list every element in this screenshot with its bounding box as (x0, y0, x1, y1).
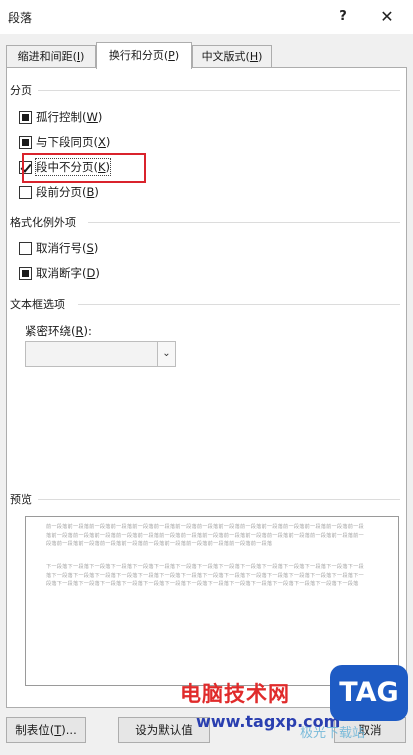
watermark-url: www.tagxp.com (196, 712, 341, 731)
checkbox-unchecked-icon (19, 185, 32, 199)
close-icon[interactable]: ✕ (375, 6, 399, 28)
tab-label: 缩进和间距( (17, 50, 77, 63)
preview-heading: 预览 (10, 493, 32, 506)
tight-wrap-label: 紧密环绕(R): (25, 323, 92, 339)
label-accelerator: W (86, 110, 98, 124)
title-bar: 段落 ? ✕ (0, 0, 413, 34)
button-suffix: )... (61, 723, 77, 737)
checkbox-indeterminate-icon (19, 110, 32, 124)
widow-control-checkbox[interactable]: 孤行控制(W) (19, 109, 102, 125)
tab-indents-spacing[interactable]: 缩进和间距(I) (6, 45, 96, 68)
label-accelerator: X (98, 135, 106, 149)
section-divider (78, 304, 400, 305)
tab-asian-typography[interactable]: 中文版式(H) (192, 45, 272, 68)
label-suffix: ) (94, 185, 99, 199)
keep-with-next-checkbox[interactable]: 与下段同页(X) (19, 134, 110, 150)
label-suffix: ) (105, 135, 111, 149)
section-divider (88, 222, 400, 223)
tab-strip: 缩进和间距(I) 换行和分页(P) 中文版式(H) (6, 42, 406, 69)
tab-label-suffix: ) (174, 49, 180, 62)
watermark-logo: TAG (330, 665, 408, 721)
pagination-heading: 分页 (10, 84, 32, 97)
label-accelerator: R (75, 324, 84, 338)
dont-hyphenate-checkbox[interactable]: 取消断字(D) (19, 265, 100, 281)
tab-accelerator: H (249, 50, 259, 63)
paragraph-dialog: 段落 ? ✕ 缩进和间距(I) 换行和分页(P) 中文版式(H) 分页 孤行控制… (0, 0, 413, 755)
label-suffix: ) (95, 266, 100, 280)
dont-hyphenate-label: 取消断字(D) (36, 265, 100, 281)
page-break-before-checkbox[interactable]: 段前分页(B) (19, 184, 99, 200)
red-highlight-box (22, 153, 146, 183)
checkbox-indeterminate-icon (19, 135, 32, 149)
tab-label-suffix: ) (80, 50, 85, 63)
keep-with-next-label: 与下段同页(X) (36, 134, 110, 150)
label-text: 孤行控制( (36, 110, 87, 124)
suppress-line-numbers-label: 取消行号(S) (36, 240, 98, 256)
chevron-down-icon[interactable]: ⌄ (157, 342, 175, 366)
label-suffix: ): (83, 324, 92, 338)
label-suffix: ) (93, 241, 99, 255)
formatting-exceptions-heading: 格式化例外项 (10, 216, 76, 229)
checkbox-indeterminate-icon (19, 266, 32, 280)
tabs-button[interactable]: 制表位(T)... (6, 717, 86, 743)
section-divider (38, 90, 400, 91)
tab-line-page-breaks[interactable]: 换行和分页(P) (96, 42, 192, 69)
label-text: 紧密环绕( (25, 324, 76, 338)
page-break-before-label: 段前分页(B) (36, 184, 99, 200)
preview-next-paragraph: 下一段落下一段落下一段落下一段落下一段落下一段落下一段落下一段落下一段落下一段落… (46, 564, 364, 588)
button-text: 制表位( (15, 723, 55, 737)
label-accelerator: S (86, 241, 94, 255)
textbox-options-heading: 文本框选项 (10, 298, 65, 311)
help-button[interactable]: ? (331, 6, 355, 28)
tab-label: 换行和分页( (108, 49, 169, 62)
label-text: 取消行号( (36, 241, 87, 255)
tab-label: 中文版式( (201, 50, 250, 63)
suppress-line-numbers-checkbox[interactable]: 取消行号(S) (19, 240, 98, 256)
label-text: 与下段同页( (36, 135, 98, 149)
label-suffix: ) (97, 110, 103, 124)
section-divider (38, 499, 400, 500)
widow-control-label: 孤行控制(W) (36, 109, 102, 125)
watermark-site-name: 电脑技术网 (180, 682, 290, 706)
dialog-title: 段落 (8, 11, 33, 25)
tight-wrap-select[interactable]: ⌄ (25, 341, 176, 367)
checkbox-unchecked-icon (19, 241, 32, 255)
preview-pane: 前一段落前一段落前一段落前一段落前一段落前一段落前一段落前一段落前一段落前一段落… (25, 516, 399, 686)
tab-label-suffix: ) (258, 50, 263, 63)
label-text: 取消断字( (36, 266, 87, 280)
tab-accelerator: P (168, 49, 175, 62)
preview-previous-paragraph: 前一段落前一段落前一段落前一段落前一段落前一段落前一段落前一段落前一段落前一段落… (46, 524, 364, 548)
label-text: 段前分页( (36, 185, 87, 199)
